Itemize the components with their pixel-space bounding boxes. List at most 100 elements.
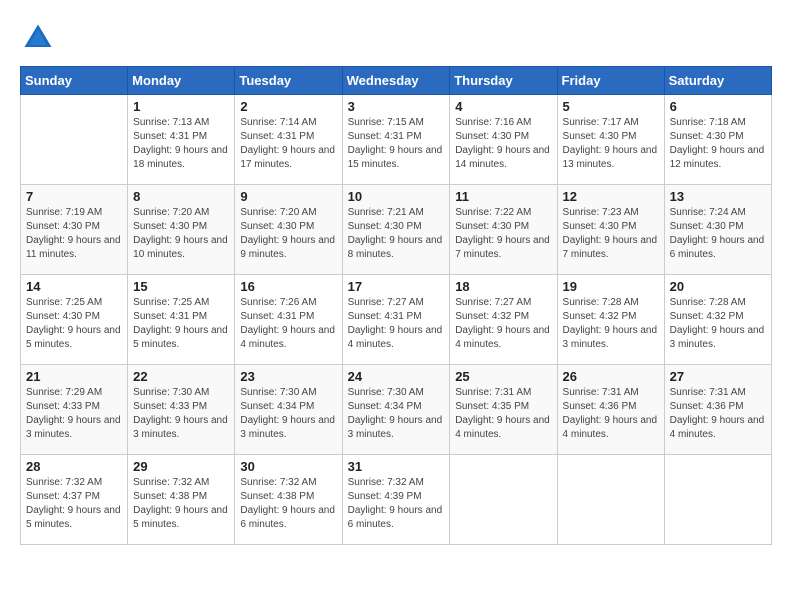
calendar-cell: 17 Sunrise: 7:27 AMSunset: 4:31 PMDayligh… xyxy=(342,275,450,365)
day-info: Sunrise: 7:14 AMSunset: 4:31 PMDaylight:… xyxy=(240,116,336,172)
calendar-cell: 2 Sunrise: 7:14 AMSunset: 4:31 PMDaylight… xyxy=(235,95,342,185)
calendar-cell: 16 Sunrise: 7:26 AMSunset: 4:31 PMDayligh… xyxy=(235,275,342,365)
calendar-cell: 5Sunrise: 7:17 AMSunset: 4:30 PMDaylight… xyxy=(557,95,664,185)
day-number: 10 xyxy=(348,189,445,204)
calendar-cell xyxy=(557,455,664,545)
day-info: Sunrise: 7:31 AMSunset: 4:36 PMDaylight:… xyxy=(670,386,766,442)
day-number: 8 xyxy=(133,189,229,204)
calendar-cell: 10 Sunrise: 7:21 AMSunset: 4:30 PMDayligh… xyxy=(342,185,450,275)
day-number: 18 xyxy=(455,279,551,294)
calendar-cell: 3Sunrise: 7:15 AMSunset: 4:31 PMDaylight… xyxy=(342,95,450,185)
day-info: Sunrise: 7:32 AMSunset: 4:37 PMDaylight:… xyxy=(26,476,122,532)
day-info: Sunrise: 7:30 AMSunset: 4:34 PMDaylight:… xyxy=(240,386,336,442)
calendar-cell: 12 Sunrise: 7:23 AMSunset: 4:30 PMDayligh… xyxy=(557,185,664,275)
day-number: 20 xyxy=(670,279,766,294)
day-info: Sunrise: 7:15 AMSunset: 4:31 PMDaylight:… xyxy=(348,116,445,172)
day-info: Sunrise: 7:25 AMSunset: 4:31 PMDaylight:… xyxy=(133,296,229,352)
calendar-cell xyxy=(21,95,128,185)
days-header-row: SundayMondayTuesdayWednesdayThursdayFrid… xyxy=(21,67,772,95)
day-info: Sunrise: 7:13 AMSunset: 4:31 PMDaylight:… xyxy=(133,116,229,172)
day-header-thursday: Thursday xyxy=(450,67,557,95)
day-info: Sunrise: 7:30 AMSunset: 4:33 PMDaylight:… xyxy=(133,386,229,442)
day-number: 26 xyxy=(563,369,659,384)
calendar-cell: 4 Sunrise: 7:16 AMSunset: 4:30 PMDaylight… xyxy=(450,95,557,185)
week-row-4: 21 Sunrise: 7:29 AMSunset: 4:33 PMDayligh… xyxy=(21,365,772,455)
day-number: 1 xyxy=(133,99,229,114)
day-info: Sunrise: 7:27 AMSunset: 4:32 PMDaylight:… xyxy=(455,296,551,352)
calendar-table: SundayMondayTuesdayWednesdayThursdayFrid… xyxy=(20,66,772,545)
day-info: Sunrise: 7:23 AMSunset: 4:30 PMDaylight:… xyxy=(563,206,659,262)
day-info: Sunrise: 7:32 AMSunset: 4:38 PMDaylight:… xyxy=(240,476,336,532)
calendar-cell: 26 Sunrise: 7:31 AMSunset: 4:36 PMDayligh… xyxy=(557,365,664,455)
day-info: Sunrise: 7:17 AMSunset: 4:30 PMDaylight:… xyxy=(563,116,659,172)
calendar-cell: 18 Sunrise: 7:27 AMSunset: 4:32 PMDayligh… xyxy=(450,275,557,365)
calendar-cell: 15 Sunrise: 7:25 AMSunset: 4:31 PMDayligh… xyxy=(128,275,235,365)
day-info: Sunrise: 7:24 AMSunset: 4:30 PMDaylight:… xyxy=(670,206,766,262)
calendar-cell: 22 Sunrise: 7:30 AMSunset: 4:33 PMDayligh… xyxy=(128,365,235,455)
calendar-cell: 19 Sunrise: 7:28 AMSunset: 4:32 PMDayligh… xyxy=(557,275,664,365)
day-info: Sunrise: 7:28 AMSunset: 4:32 PMDaylight:… xyxy=(563,296,659,352)
day-info: Sunrise: 7:16 AMSunset: 4:30 PMDaylight:… xyxy=(455,116,551,172)
day-number: 24 xyxy=(348,369,445,384)
calendar-cell xyxy=(450,455,557,545)
calendar-cell: 8Sunrise: 7:20 AMSunset: 4:30 PMDaylight… xyxy=(128,185,235,275)
calendar-cell: 30 Sunrise: 7:32 AMSunset: 4:38 PMDayligh… xyxy=(235,455,342,545)
day-number: 23 xyxy=(240,369,336,384)
day-number: 27 xyxy=(670,369,766,384)
calendar-cell: 11 Sunrise: 7:22 AMSunset: 4:30 PMDayligh… xyxy=(450,185,557,275)
day-number: 28 xyxy=(26,459,122,474)
day-info: Sunrise: 7:21 AMSunset: 4:30 PMDaylight:… xyxy=(348,206,445,262)
calendar-cell: 14 Sunrise: 7:25 AMSunset: 4:30 PMDayligh… xyxy=(21,275,128,365)
week-row-1: 1 Sunrise: 7:13 AMSunset: 4:31 PMDaylight… xyxy=(21,95,772,185)
day-info: Sunrise: 7:20 AMSunset: 4:30 PMDaylight:… xyxy=(240,206,336,262)
day-number: 19 xyxy=(563,279,659,294)
day-number: 12 xyxy=(563,189,659,204)
day-number: 21 xyxy=(26,369,122,384)
day-number: 16 xyxy=(240,279,336,294)
calendar-cell: 13 Sunrise: 7:24 AMSunset: 4:30 PMDayligh… xyxy=(664,185,771,275)
calendar-cell: 28 Sunrise: 7:32 AMSunset: 4:37 PMDayligh… xyxy=(21,455,128,545)
day-number: 4 xyxy=(455,99,551,114)
calendar-cell: 1 Sunrise: 7:13 AMSunset: 4:31 PMDaylight… xyxy=(128,95,235,185)
day-info: Sunrise: 7:28 AMSunset: 4:32 PMDaylight:… xyxy=(670,296,766,352)
week-row-5: 28 Sunrise: 7:32 AMSunset: 4:37 PMDayligh… xyxy=(21,455,772,545)
day-info: Sunrise: 7:32 AMSunset: 4:38 PMDaylight:… xyxy=(133,476,229,532)
calendar-cell: 23 Sunrise: 7:30 AMSunset: 4:34 PMDayligh… xyxy=(235,365,342,455)
day-number: 17 xyxy=(348,279,445,294)
day-number: 9 xyxy=(240,189,336,204)
day-info: Sunrise: 7:25 AMSunset: 4:30 PMDaylight:… xyxy=(26,296,122,352)
day-number: 13 xyxy=(670,189,766,204)
calendar-cell: 24 Sunrise: 7:30 AMSunset: 4:34 PMDayligh… xyxy=(342,365,450,455)
week-row-2: 7 Sunrise: 7:19 AMSunset: 4:30 PMDaylight… xyxy=(21,185,772,275)
day-info: Sunrise: 7:18 AMSunset: 4:30 PMDaylight:… xyxy=(670,116,766,172)
day-info: Sunrise: 7:29 AMSunset: 4:33 PMDaylight:… xyxy=(26,386,122,442)
day-number: 7 xyxy=(26,189,122,204)
day-info: Sunrise: 7:27 AMSunset: 4:31 PMDaylight:… xyxy=(348,296,445,352)
week-row-3: 14 Sunrise: 7:25 AMSunset: 4:30 PMDayligh… xyxy=(21,275,772,365)
calendar-cell: 27 Sunrise: 7:31 AMSunset: 4:36 PMDayligh… xyxy=(664,365,771,455)
day-info: Sunrise: 7:30 AMSunset: 4:34 PMDaylight:… xyxy=(348,386,445,442)
day-number: 14 xyxy=(26,279,122,294)
day-header-saturday: Saturday xyxy=(664,67,771,95)
day-number: 30 xyxy=(240,459,336,474)
day-info: Sunrise: 7:19 AMSunset: 4:30 PMDaylight:… xyxy=(26,206,122,262)
day-number: 25 xyxy=(455,369,551,384)
day-header-sunday: Sunday xyxy=(21,67,128,95)
day-header-tuesday: Tuesday xyxy=(235,67,342,95)
day-number: 29 xyxy=(133,459,229,474)
calendar-cell: 9 Sunrise: 7:20 AMSunset: 4:30 PMDaylight… xyxy=(235,185,342,275)
day-number: 22 xyxy=(133,369,229,384)
day-info: Sunrise: 7:26 AMSunset: 4:31 PMDaylight:… xyxy=(240,296,336,352)
calendar-cell: 20 Sunrise: 7:28 AMSunset: 4:32 PMDayligh… xyxy=(664,275,771,365)
day-number: 15 xyxy=(133,279,229,294)
day-info: Sunrise: 7:31 AMSunset: 4:36 PMDaylight:… xyxy=(563,386,659,442)
logo-icon xyxy=(20,20,56,56)
calendar-cell: 6Sunrise: 7:18 AMSunset: 4:30 PMDaylight… xyxy=(664,95,771,185)
day-number: 11 xyxy=(455,189,551,204)
calendar-cell xyxy=(664,455,771,545)
day-info: Sunrise: 7:22 AMSunset: 4:30 PMDaylight:… xyxy=(455,206,551,262)
calendar-cell: 25Sunrise: 7:31 AMSunset: 4:35 PMDayligh… xyxy=(450,365,557,455)
calendar-cell: 21 Sunrise: 7:29 AMSunset: 4:33 PMDayligh… xyxy=(21,365,128,455)
logo xyxy=(20,20,62,56)
day-number: 2 xyxy=(240,99,336,114)
